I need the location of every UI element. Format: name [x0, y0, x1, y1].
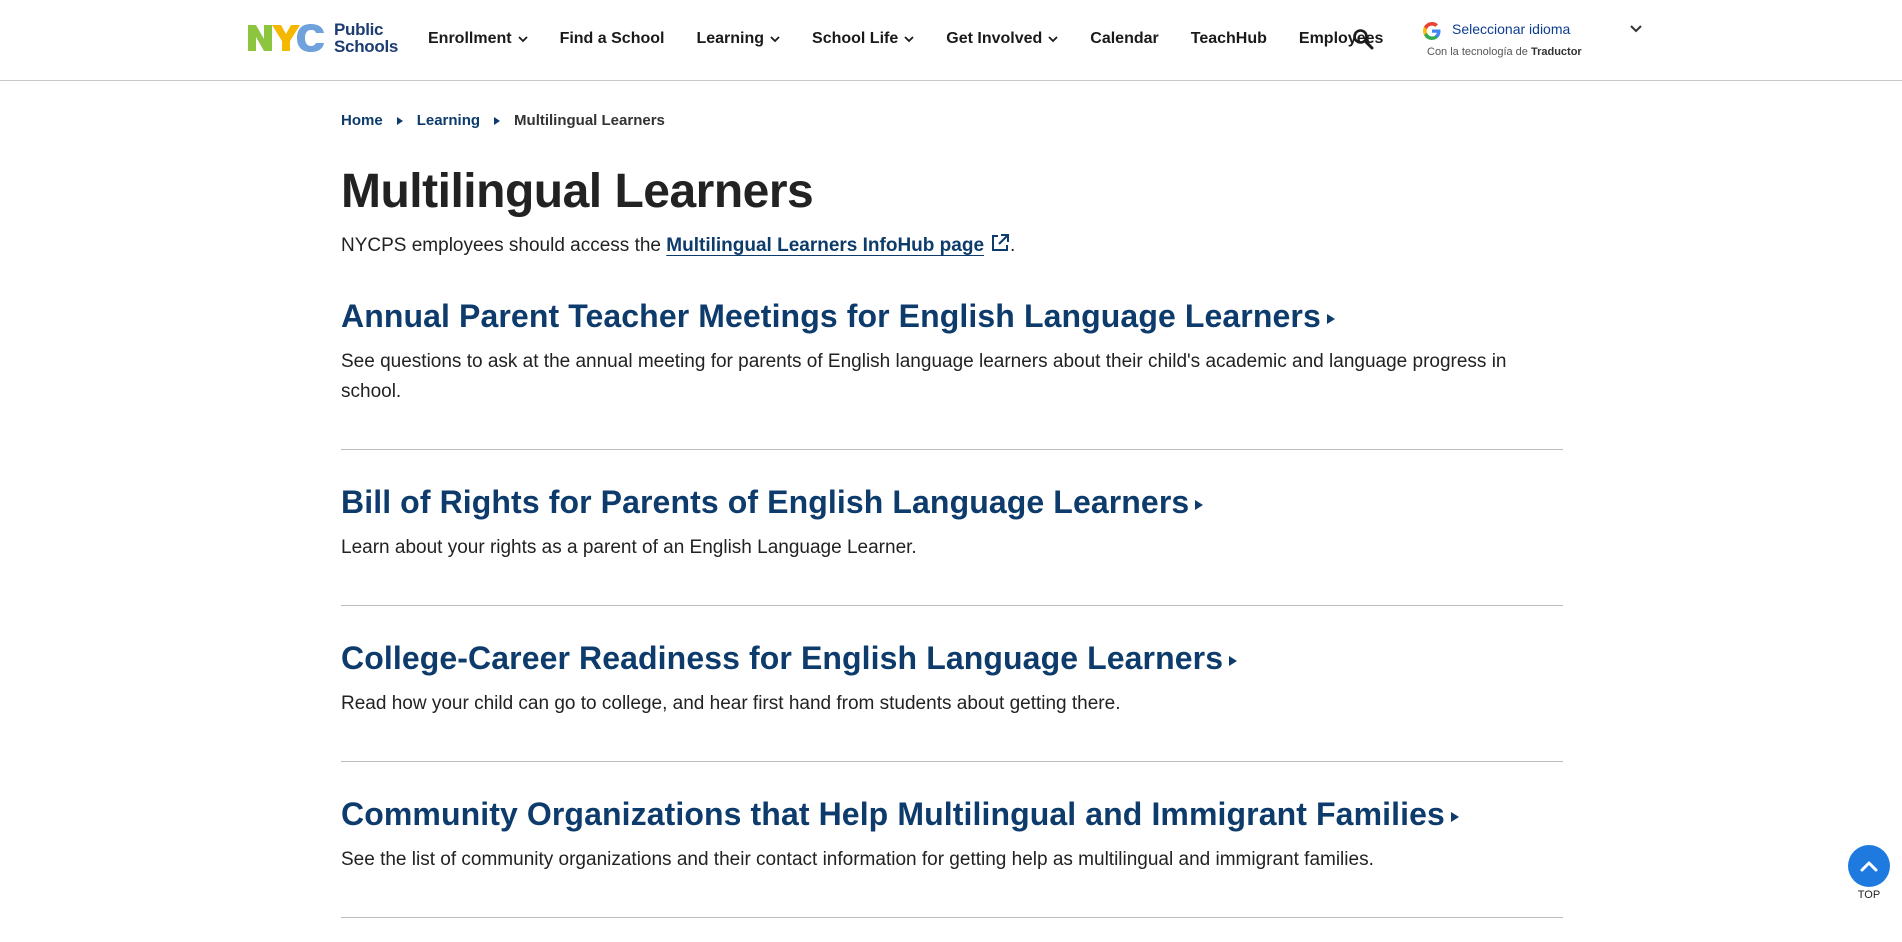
- nav-item-label: Find a School: [559, 30, 665, 47]
- nav-item-find-a-school[interactable]: Find a School: [560, 30, 665, 48]
- section-description: Learn about your rights as a parent of a…: [341, 537, 917, 558]
- logo-text-line1: Public: [334, 20, 384, 39]
- site-header: Public Schools Enrollment Find a School …: [0, 0, 1902, 81]
- section-link-community-organizations[interactable]: Community Organizations that Help Multil…: [341, 796, 1459, 832]
- section-link-bill-of-rights[interactable]: Bill of Rights for Parents of English La…: [341, 484, 1204, 520]
- page-title: Multilingual Learners: [341, 165, 814, 218]
- section-divider: [341, 761, 1563, 762]
- infohub-link-label: Multilingual Learners InfoHub page: [666, 235, 985, 256]
- section-community-organizations: Community Organizations that Help Multil…: [341, 796, 1563, 875]
- chevron-down-icon[interactable]: [1630, 24, 1642, 34]
- section-title: Community Organizations that Help Multil…: [341, 796, 1445, 832]
- powered-prefix: Con la tecnología de: [1427, 46, 1528, 58]
- nav-item-school-life[interactable]: School Life: [812, 30, 914, 48]
- chevron-up-icon: [1860, 861, 1878, 872]
- caret-right-icon: [396, 116, 403, 125]
- section-title: Annual Parent Teacher Meetings for Engli…: [341, 298, 1321, 334]
- nyc-public-schools-logo[interactable]: Public Schools: [246, 20, 398, 56]
- nav-item-label: Learning: [696, 30, 765, 47]
- infohub-link[interactable]: Multilingual Learners InfoHub page: [666, 234, 1010, 256]
- nav-item-label: Enrollment: [428, 30, 512, 47]
- breadcrumb-current: Multilingual Learners: [514, 112, 665, 129]
- search-icon[interactable]: [1352, 28, 1374, 50]
- main-nav: Enrollment Find a School Learning School…: [428, 0, 1415, 78]
- nav-item-label: Get Involved: [946, 30, 1043, 47]
- section-link-college-career[interactable]: College-Career Readiness for English Lan…: [341, 640, 1238, 676]
- nav-item-learning[interactable]: Learning: [696, 30, 780, 48]
- chevron-down-icon: [904, 36, 914, 43]
- section-description: See the list of community organizations …: [341, 849, 1374, 870]
- google-translate-widget: Seleccionar idioma Con la tecnología de …: [1422, 18, 1646, 64]
- intro-text: NYCPS employees should access the Multil…: [341, 233, 1015, 257]
- breadcrumb-learning[interactable]: Learning: [417, 112, 480, 129]
- back-to-top-button[interactable]: [1848, 845, 1890, 887]
- caret-right-icon: [494, 116, 501, 125]
- chevron-down-icon: [517, 36, 528, 43]
- language-select[interactable]: Seleccionar idioma: [1452, 21, 1570, 37]
- nav-item-label: School Life: [812, 30, 899, 47]
- nav-item-calendar[interactable]: Calendar: [1090, 30, 1158, 48]
- intro-suffix: .: [1010, 235, 1016, 256]
- nyc-logo-mark: [246, 21, 328, 55]
- section-divider: [341, 605, 1563, 606]
- caret-right-icon: [1195, 499, 1204, 510]
- section-annual-meetings: Annual Parent Teacher Meetings for Engli…: [341, 298, 1563, 407]
- external-link-icon: [992, 234, 1010, 251]
- breadcrumb: Home Learning Multilingual Learners: [341, 112, 665, 129]
- nav-item-enrollment[interactable]: Enrollment: [428, 30, 528, 48]
- google-g-icon: [1423, 22, 1441, 40]
- back-to-top-label[interactable]: TOP: [1846, 889, 1892, 901]
- chevron-down-icon: [770, 36, 780, 43]
- breadcrumb-home[interactable]: Home: [341, 112, 383, 129]
- section-link-annual-meetings[interactable]: Annual Parent Teacher Meetings for Engli…: [341, 298, 1335, 334]
- nav-item-label: Calendar: [1090, 30, 1159, 47]
- section-title: College-Career Readiness for English Lan…: [341, 640, 1224, 676]
- nav-item-label: TeachHub: [1190, 30, 1267, 47]
- section-bill-of-rights: Bill of Rights for Parents of English La…: [341, 484, 1563, 563]
- nav-item-teachhub[interactable]: TeachHub: [1191, 30, 1267, 48]
- powered-brand-link[interactable]: Traductor: [1531, 46, 1582, 58]
- caret-right-icon: [1326, 313, 1335, 324]
- translate-powered-by: Con la tecnología de Traductor: [1427, 46, 1582, 58]
- caret-right-icon: [1229, 655, 1238, 666]
- section-divider: [341, 917, 1563, 918]
- section-description: See questions to ask at the annual meeti…: [341, 351, 1507, 402]
- section-college-career: College-Career Readiness for English Lan…: [341, 640, 1563, 719]
- intro-prefix: NYCPS employees should access the: [341, 235, 661, 256]
- logo-text-line2: Schools: [334, 37, 399, 56]
- nav-item-get-involved[interactable]: Get Involved: [946, 30, 1058, 48]
- section-title: Bill of Rights for Parents of English La…: [341, 484, 1190, 520]
- chevron-down-icon: [1048, 36, 1058, 43]
- section-description: Read how your child can go to college, a…: [341, 693, 1121, 714]
- logo-text: Public Schools: [334, 21, 398, 55]
- section-divider: [341, 449, 1563, 450]
- caret-right-icon: [1450, 811, 1459, 822]
